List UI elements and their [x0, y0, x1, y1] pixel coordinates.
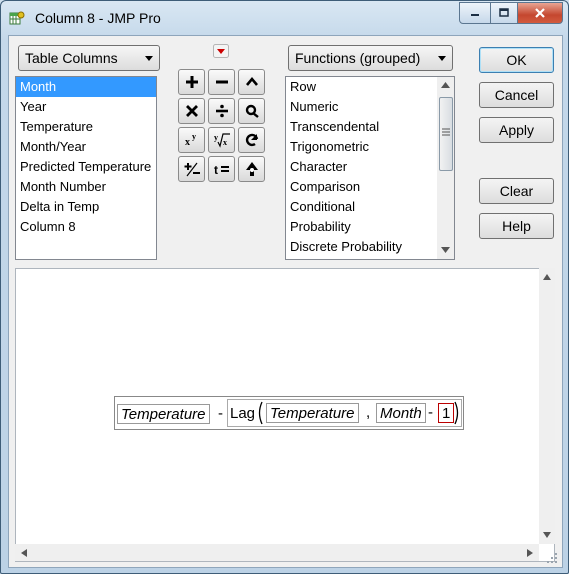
functions-grouped-dropdown[interactable]: Functions (grouped): [288, 45, 453, 71]
lag-offset-number[interactable]: 1: [438, 403, 455, 423]
local-variable-operator-button[interactable]: [238, 156, 265, 182]
minimize-button[interactable]: [459, 2, 491, 24]
table-columns-dropdown-label: Table Columns: [25, 50, 118, 66]
minimize-icon: [471, 14, 479, 16]
close-button[interactable]: [518, 2, 563, 24]
plus-minus-icon: [184, 162, 200, 177]
list-item[interactable]: Column 8: [16, 217, 156, 237]
lag-function-name: Lag: [230, 405, 256, 422]
list-item[interactable]: Discrete Probability: [286, 237, 454, 257]
add-operator-button[interactable]: [178, 69, 205, 95]
list-item[interactable]: Temperature: [16, 117, 156, 137]
svg-text:x: x: [223, 138, 227, 147]
table-columns-dropdown[interactable]: Table Columns: [18, 45, 160, 71]
argument-separator: ,: [366, 404, 371, 421]
plus-icon: [185, 76, 198, 88]
root-operator-button[interactable]: yx: [208, 127, 235, 153]
list-item[interactable]: Month Number: [16, 177, 156, 197]
formula-editor-canvas[interactable]: Temperature - Lag Temperature , Month - …: [15, 268, 555, 562]
times-icon: [185, 105, 198, 117]
list-item[interactable]: Character: [286, 157, 454, 177]
svg-text:y: y: [192, 132, 196, 141]
list-item[interactable]: Numeric: [286, 97, 454, 117]
subtract-operator-button[interactable]: [208, 69, 235, 95]
peel-icon: [245, 104, 259, 118]
scroll-up-icon[interactable]: [543, 274, 551, 280]
divide-operator-button[interactable]: [208, 98, 235, 124]
help-button[interactable]: Help: [479, 213, 554, 239]
clear-button[interactable]: Clear: [479, 178, 554, 204]
functions-list[interactable]: Row Numeric Transcendental Trigonometric…: [285, 76, 455, 260]
list-item[interactable]: Trigonometric: [286, 137, 454, 157]
functions-dropdown-label: Functions (grouped): [295, 50, 421, 66]
list-item[interactable]: Transcendental: [286, 117, 454, 137]
scrollbar-thumb[interactable]: [439, 97, 453, 171]
list-item[interactable]: Month/Year: [16, 137, 156, 157]
columns-list[interactable]: Month Year Temperature Month/Year Predic…: [15, 76, 157, 260]
scroll-left-icon[interactable]: [21, 549, 27, 557]
swap-operator-button[interactable]: [238, 127, 265, 153]
apply-button[interactable]: Apply: [479, 117, 554, 143]
formula-term-temperature[interactable]: Temperature: [117, 404, 210, 424]
month-minus-operator[interactable]: -: [428, 403, 433, 423]
lag-arg-temperature[interactable]: Temperature: [266, 403, 359, 423]
swap-icon: [245, 133, 258, 147]
functions-scrollbar[interactable]: [437, 77, 454, 259]
ok-button[interactable]: OK: [479, 47, 554, 73]
operator-menu-icon[interactable]: [213, 44, 229, 58]
power-operator-button[interactable]: xy: [178, 127, 205, 153]
resize-grip-icon[interactable]: [546, 552, 558, 564]
list-item[interactable]: Row: [286, 77, 454, 97]
multiply-operator-button[interactable]: [178, 98, 205, 124]
lag-function-box[interactable]: Lag Temperature , Month - 1: [227, 399, 462, 427]
assign-icon: t: [214, 163, 229, 177]
svg-text:t: t: [214, 163, 218, 177]
formula-editor-window: Column 8 - JMP Pro Table Columns Month Y…: [0, 0, 569, 574]
title-bar[interactable]: Column 8 - JMP Pro: [1, 1, 568, 35]
unary-minus-operator-button[interactable]: [178, 156, 205, 182]
cancel-button[interactable]: Cancel: [479, 82, 554, 108]
close-icon: [535, 8, 545, 18]
editor-vertical-scrollbar[interactable]: [539, 268, 555, 544]
svg-text:y: y: [214, 133, 218, 142]
list-item[interactable]: Year: [16, 97, 156, 117]
editor-horizontal-scrollbar[interactable]: [15, 544, 539, 561]
list-item[interactable]: Probability: [286, 217, 454, 237]
open-paren-icon: [258, 401, 263, 425]
lag-arg-month[interactable]: Month: [376, 403, 426, 423]
scroll-down-icon[interactable]: [441, 247, 450, 253]
scroll-up-icon[interactable]: [441, 82, 450, 88]
formula-minus-operator[interactable]: -: [218, 404, 223, 424]
scroll-down-icon[interactable]: [543, 532, 551, 538]
caret-up-icon: [245, 76, 258, 86]
local-variable-icon: [245, 162, 258, 176]
window-title: Column 8 - JMP Pro: [35, 10, 161, 26]
chevron-down-icon: [145, 56, 153, 61]
maximize-icon: [499, 8, 509, 17]
list-item[interactable]: Delta in Temp: [16, 197, 156, 217]
assign-operator-button[interactable]: t: [208, 156, 235, 182]
close-paren-icon: [454, 401, 459, 425]
peel-operator-button[interactable]: [238, 98, 265, 124]
jmp-app-icon: [9, 11, 25, 25]
list-item[interactable]: Conditional: [286, 197, 454, 217]
maximize-button[interactable]: [491, 2, 518, 24]
list-item[interactable]: Month: [16, 77, 156, 97]
list-item[interactable]: Predicted Temperature: [16, 157, 156, 177]
raise-operator-button[interactable]: [238, 69, 265, 95]
divide-icon: [215, 104, 228, 118]
formula-expression[interactable]: Temperature - Lag Temperature , Month - …: [114, 396, 464, 430]
scroll-right-icon[interactable]: [527, 549, 533, 557]
minus-icon: [215, 80, 228, 84]
dialog-client-area: Table Columns Month Year Temperature Mon…: [8, 35, 563, 568]
root-icon: yx: [214, 133, 230, 148]
grip-icon: [442, 128, 450, 136]
chevron-down-icon: [438, 56, 446, 61]
svg-text:x: x: [185, 137, 190, 148]
list-item[interactable]: Comparison: [286, 177, 454, 197]
x-power-y-icon: xy: [185, 132, 196, 148]
